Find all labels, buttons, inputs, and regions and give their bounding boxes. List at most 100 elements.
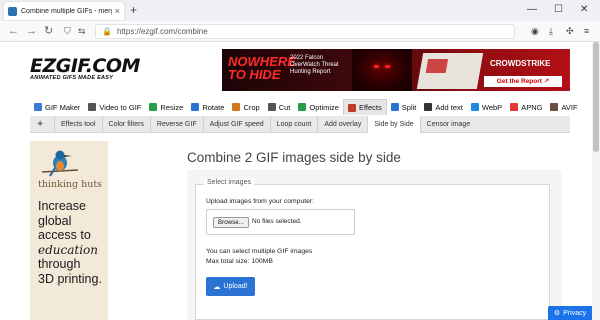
ad-hooded-figure [352,49,412,91]
site-logo[interactable]: EZGIF.COM ANIMATED GIFS MADE EASY [30,55,140,82]
sub-nav-item-adjust-gif-speed[interactable]: Adjust GIF speed [202,115,270,133]
add-text-icon [424,103,433,111]
cloud-upload-icon: ☁ [213,283,221,291]
ad-message: Increase global access to education thro… [38,199,108,286]
pocket-icon[interactable]: ◉ [531,25,539,37]
main-nav-label: APNG [521,102,543,112]
main-nav-label: Effects [358,103,382,112]
downloads-icon[interactable]: ⤓ [549,25,553,37]
main-nav-label: Optimize [309,102,339,112]
page-title: Combine 2 GIF images side by side [187,150,401,165]
menu-icon[interactable]: ≡ [584,25,589,37]
gear-icon: ⚙ [553,310,561,317]
shield-icon[interactable]: ⛉ [64,24,71,38]
main-nav: GIF Maker Video to GIF Resize Rotate Crop Cut… [30,99,582,115]
main-nav-item-add-text[interactable]: Add text [420,99,467,115]
upload-button[interactable]: ☁ Upload! [206,277,255,296]
ad-line: access to [38,228,91,242]
logo-main-text: EZGIF.COM [30,55,140,77]
main-nav-item-optimize[interactable]: Optimize [294,99,343,115]
browse-button[interactable]: Browse... [213,217,249,228]
main-nav-item-webp[interactable]: WebP [467,99,506,115]
ad-line: education [38,242,98,257]
apng-icon [510,103,519,111]
main-nav-label: Rotate [202,102,225,112]
resize-icon [149,103,158,111]
site-favicon-icon [8,6,17,16]
main-nav-label: AVIF [561,102,578,112]
ad-report-image [416,53,484,89]
gif-maker-icon [34,103,42,111]
maximize-button[interactable]: ☐ [554,3,563,17]
browser-tab-bar: Combine multiple GIFs - merge × + — ☐ ✕ [0,0,600,21]
page-scrollbar[interactable] [592,42,600,320]
ad-cta-button[interactable]: Get the Report ↗ [484,76,562,87]
browser-nav-bar: ← → ↻ ⛉ ⇆ 🔒 https://ezgif.com/combine ◉ … [0,21,600,42]
back-arrow-icon[interactable]: ← [8,24,19,38]
ad-subtitle: 2022 Falcon OverWatch Threat Hunting Rep… [290,55,339,75]
select-images-fieldset: Select images Upload images from your co… [195,179,550,320]
lock-icon: 🔒 [102,27,112,36]
main-nav-label: GIF Maker [45,102,81,112]
main-nav-item-apng[interactable]: APNG [506,99,546,115]
ad-line: 3D printing. [38,271,102,286]
main-nav-item-avif[interactable]: AVIF [546,99,581,115]
main-nav-label: Cut [278,102,291,112]
kingfisher-bird-icon [41,150,79,177]
sub-nav-item-loop-count[interactable]: Loop count [269,115,318,133]
main-nav-label: Resize [160,102,184,112]
main-nav-item-rotate[interactable]: Rotate [187,99,228,115]
rotate-icon [191,103,200,111]
ad-headline: NOWHERE TO HIDE [228,54,296,82]
sub-nav-item-effects-tool[interactable]: Effects tool [54,115,102,133]
optimize-icon [298,103,307,111]
ad-line: Increase [38,199,86,213]
reload-icon[interactable]: ↻ [44,24,53,38]
file-input[interactable]: Browse... No files selected. [206,209,355,235]
ad-brand: CROWDSTRIKE [490,59,551,68]
info-multiple: You can select multiple GIF images [206,248,313,255]
effects-icon [347,103,356,112]
cut-icon [267,103,276,111]
crop-icon [232,103,241,111]
sub-nav-item-side-by-side[interactable]: Side by Side [367,115,420,133]
scrollbar-thumb[interactable] [593,42,599,152]
browser-tab[interactable]: Combine multiple GIFs - merge × [4,2,124,20]
main-nav-item-crop[interactable]: Crop [228,99,263,115]
top-ad-banner[interactable]: NOWHERE TO HIDE 2022 Falcon OverWatch Th… [222,49,570,91]
privacy-label: Privacy [563,309,587,317]
main-nav-item-gif-maker[interactable]: GIF Maker [30,99,84,115]
address-bar[interactable]: 🔒 https://ezgif.com/combine [95,24,515,39]
new-tab-button[interactable]: + [130,3,137,17]
main-nav-item-effects[interactable]: Effects [342,99,387,115]
left-ad[interactable]: thinking huts Increase global access to … [30,141,108,320]
close-window-button[interactable]: ✕ [580,3,588,17]
ad-eye [374,65,379,68]
upload-button-label: Upload! [223,283,248,290]
video-to-gif-icon [88,103,97,111]
main-nav-item-split[interactable]: Split [387,99,421,115]
forward-arrow-icon[interactable]: → [26,24,37,38]
main-nav-item-cut[interactable]: Cut [264,99,295,115]
ad-line: global [38,213,72,228]
sub-nav-item-reverse-gif[interactable]: Reverse GIF [149,115,203,133]
sub-nav-item-add-overlay[interactable]: Add overlay [317,115,367,133]
info-max-size: Max total size: 100MB [206,258,273,265]
permissions-icon[interactable]: ⇆ [78,24,86,38]
main-nav-label: Crop [243,102,260,112]
main-nav-item-video-to-gif[interactable]: Video to GIF [84,99,145,115]
tab-close-icon[interactable]: × [115,6,120,16]
privacy-button[interactable]: ⚙ Privacy [548,306,592,320]
sub-nav-item-color-filters[interactable]: Color filters [101,115,150,133]
ad-line: through [38,257,81,271]
main-nav-item-resize[interactable]: Resize [145,99,187,115]
extensions-icon[interactable]: ✣ [566,25,574,37]
sub-nav-item-censor-image[interactable]: Censor image [419,115,477,133]
magic-wand-icon: ✦ [36,118,45,130]
avif-icon [550,103,559,111]
minimize-button[interactable]: — [527,3,537,17]
main-nav-label: WebP [481,102,503,112]
address-text: https://ezgif.com/combine [116,27,208,36]
sub-nav: ✦ Effects tool Color filters Reverse GIF Ad… [30,115,570,133]
upload-label: Upload images from your computer: [206,198,315,205]
